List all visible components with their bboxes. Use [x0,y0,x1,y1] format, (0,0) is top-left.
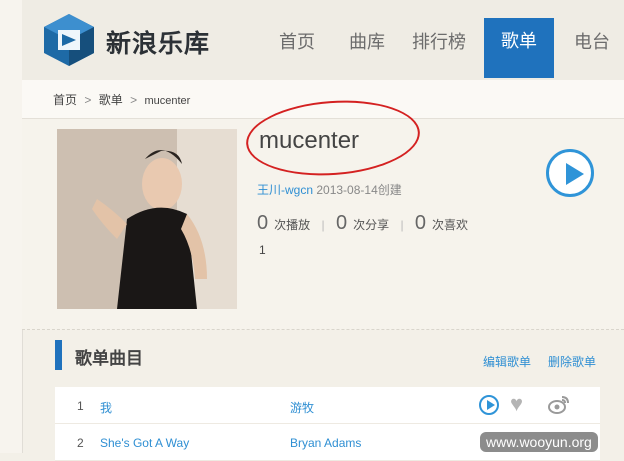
track-name[interactable]: She's Got A Way [100,436,189,450]
track-number: 2 [77,436,84,450]
play-icon[interactable] [479,395,499,415]
track-artist[interactable]: Bryan Adams [290,436,361,450]
share-label: 次分享 [353,218,390,232]
track-artist[interactable]: 游牧 [290,399,314,416]
track-number: 1 [77,399,84,413]
watermark: www.wooyun.org [480,432,598,452]
breadcrumb-separator-icon: > [84,93,92,107]
breadcrumb-separator-icon: > [130,93,138,107]
breadcrumb-current: mucenter [144,95,191,107]
created-date: 2013-08-14创建 [316,183,402,197]
playlist-creator: 王川-wgcn 2013-08-14创建 [257,181,402,198]
like-label: 次喜欢 [432,218,469,232]
sina-music-logo-icon[interactable] [42,12,97,67]
section-accent-bar [55,340,62,370]
tracklist-header: 歌单曲目 编辑歌单 删除歌单 [55,340,600,370]
weibo-share-icon[interactable] [548,393,570,415]
nav-radio[interactable]: 电台 [574,0,610,78]
stats-divider: | [321,218,325,232]
breadcrumb-playlists[interactable]: 歌单 [99,80,123,120]
breadcrumb-home[interactable]: 首页 [53,80,77,120]
nav-playlists[interactable]: 歌单 [484,18,554,78]
like-count: 0 [414,212,427,234]
nav-home[interactable]: 首页 [279,0,315,78]
play-all-button[interactable] [546,149,594,197]
tracklist-title: 歌单曲目 [75,349,143,368]
logo-text[interactable]: 新浪乐库 [106,24,210,60]
site-header: 新浪乐库 首页 曲库 排行榜 歌单 电台 [22,0,624,81]
stats-divider: | [400,218,404,232]
edit-playlist-link[interactable]: 编辑歌单 [483,353,531,370]
share-count: 0 [335,212,348,234]
playlist-stats: 0 次播放 | 0 次分享 | 0 次喜欢 [257,212,468,235]
track-row[interactable]: 1 我 游牧 ♥ [55,387,600,424]
playlist-cover-image [57,129,237,309]
heart-icon[interactable]: ♥ [510,392,523,416]
nav-charts[interactable]: 排行榜 [412,0,466,78]
delete-playlist-link[interactable]: 删除歌单 [548,353,596,370]
nav-library[interactable]: 曲库 [349,0,385,78]
creator-link[interactable]: 王川-wgcn [257,183,313,197]
play-count: 0 [257,212,269,234]
playlist-title: mucenter [259,127,360,154]
playlist-info: mucenter 王川-wgcn 2013-08-14创建 0 次播放 | 0 次分… [22,95,624,330]
play-label: 次播放 [274,218,311,232]
track-name[interactable]: 我 [100,399,112,416]
playlist-description: 1 [259,243,266,257]
page-edge [0,0,23,453]
